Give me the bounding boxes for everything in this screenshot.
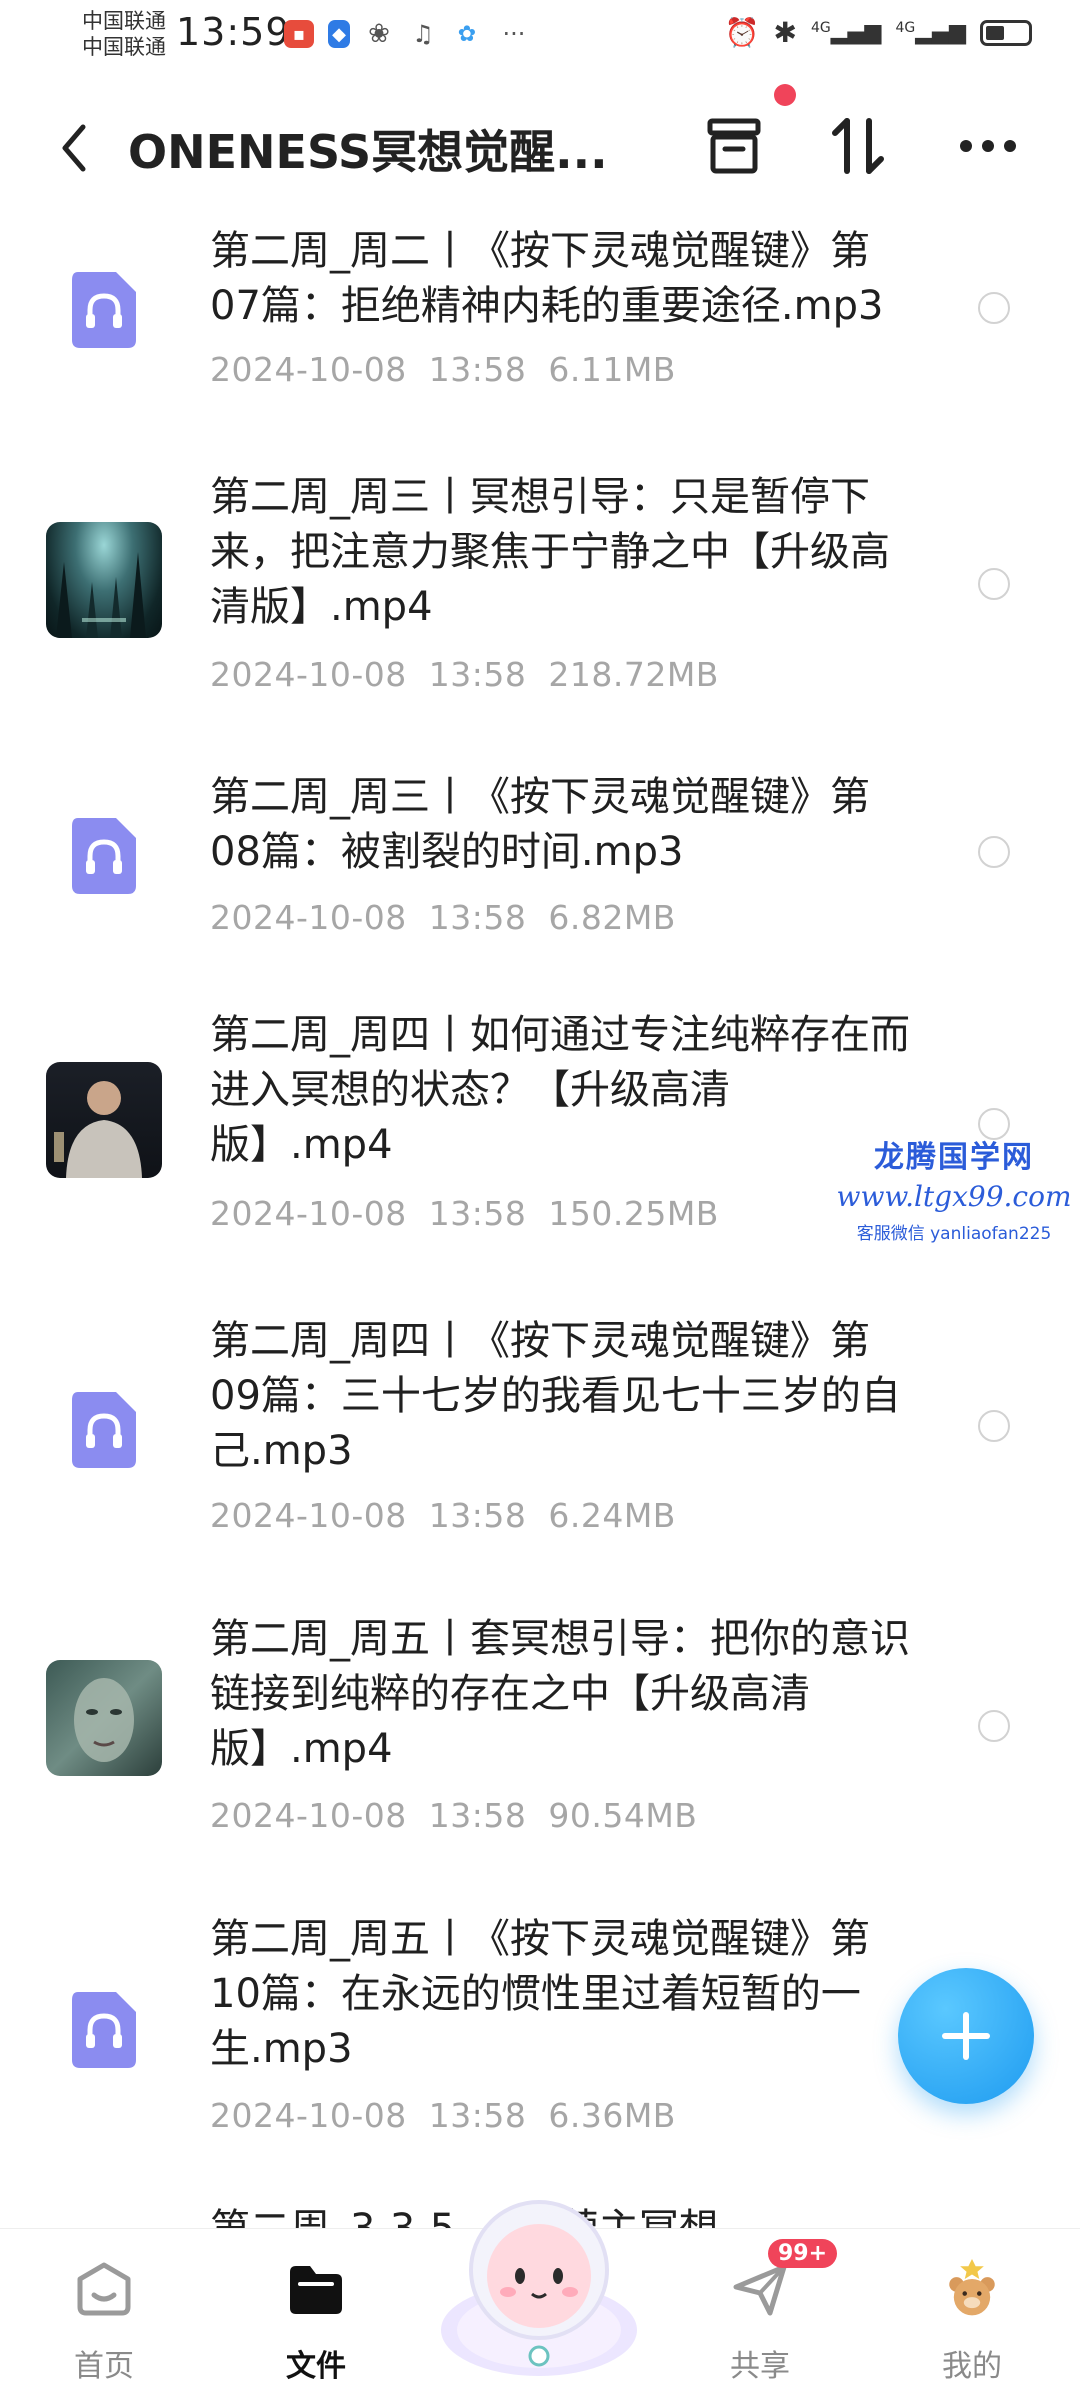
watermark: 龙腾国学网 www.ltgx99.com 客服微信 yanliaofan225: [828, 1132, 1080, 1244]
watermark-contact: 客服微信 yanliaofan225: [856, 1224, 1052, 1244]
video-thumbnail: [46, 1062, 162, 1178]
file-name: 第二周_周三丨冥想引导：只是暂停下来，把注意力聚焦于宁静之中【升级高清版】.mp…: [210, 474, 890, 630]
video-thumbnail: [46, 1660, 162, 1776]
carrier-2: 中国联通: [82, 35, 166, 59]
page-title: ONENESS冥想觉醒...: [128, 125, 608, 179]
face-image: [74, 1678, 134, 1762]
file-row[interactable]: 第二周_周三丨冥想引导：只是暂停下来，把注意力聚焦于宁静之中【升级高清版】.mp…: [0, 460, 1080, 760]
share-badge: 99+: [768, 2239, 838, 2268]
tiktok-icon: ♫: [412, 20, 434, 48]
file-meta: 2024-10-08 13:58 218.72MB: [210, 655, 719, 694]
carrier-1: 中国联通: [82, 9, 166, 33]
file-row[interactable]: 第二周_周五丨套冥想引导：把你的意识链接到纯粹的存在之中【升级高清版】.mp4 …: [0, 1600, 1080, 1900]
tab-home[interactable]: 首页: [24, 2229, 184, 2401]
alarm-icon: ⏰: [724, 16, 760, 49]
watermark-url: www.ltgx99.com: [836, 1180, 1072, 1213]
file-name: 第二周_周四丨如何通过专注纯粹存在而进入冥想的状态？【升级高清版】.mp4: [210, 1012, 910, 1168]
tab-share-label: 共享: [730, 2349, 790, 2384]
select-radio[interactable]: [978, 568, 1010, 600]
select-radio[interactable]: [978, 292, 1010, 324]
mascot-button[interactable]: [428, 2180, 650, 2380]
signal-2-icon: 4G▂▄▆: [895, 20, 966, 45]
file-meta: 2024-10-08 13:58 90.54MB: [210, 1796, 698, 1835]
file-row[interactable]: 第二周_周四丨《按下灵魂觉醒键》第09篇：三十七岁的我看见七十三岁的自己.mp3…: [0, 1300, 1080, 1600]
archive-icon: [707, 118, 761, 174]
file-meta: 2024-10-08 13:58 6.11MB: [210, 350, 676, 389]
plus-icon: [942, 2012, 990, 2060]
huawei-app-icon: ▪: [284, 20, 314, 48]
audio-file-icon: [72, 1992, 136, 2068]
status-bar: 中国联通 中国联通 13:59 ▪ ◆ ❀ ♫ ✿ ··· ⏰ ✱ 4G▂▄▆ …: [0, 0, 1080, 72]
speaker-person-image: [54, 1081, 142, 1178]
tab-share[interactable]: 99+ 共享: [680, 2229, 840, 2401]
select-radio[interactable]: [978, 1710, 1010, 1742]
bear-avatar-icon: [942, 2259, 1002, 2319]
file-row[interactable]: 第二周_周二丨《按下灵魂觉醒键》第07篇：拒绝精神内耗的重要途径.mp3 202…: [0, 210, 1080, 460]
select-radio[interactable]: [978, 1410, 1010, 1442]
file-name: 第二周_周五丨套冥想引导：把你的意识链接到纯粹的存在之中【升级高清版】.mp4: [210, 1616, 910, 1772]
archive-button[interactable]: [694, 106, 774, 186]
shield-icon: ◆: [328, 20, 350, 48]
chevron-left-icon: [62, 124, 86, 172]
battery-icon: [980, 19, 1032, 46]
audio-file-icon: [72, 272, 136, 348]
more-notifications-icon: ···: [502, 20, 526, 48]
header-bar: ONENESS冥想觉醒...: [0, 84, 1080, 200]
notification-icons: ▪ ◆ ❀ ♫ ✿ ···: [284, 19, 532, 49]
watermark-name: 龙腾国学网: [874, 1140, 1034, 1175]
home-icon: [74, 2259, 134, 2319]
tab-files[interactable]: 文件: [236, 2229, 396, 2401]
file-name: 第二周_周五丨《按下灵魂觉醒键》第10篇：在永远的惯性里过着短暂的一生.mp3: [210, 1916, 870, 2072]
video-thumbnail: [46, 522, 162, 638]
file-meta: 2024-10-08 13:58 150.25MB: [210, 1194, 719, 1233]
tab-mine[interactable]: 我的: [892, 2229, 1052, 2401]
tab-home-label: 首页: [74, 2349, 134, 2384]
select-radio[interactable]: [978, 836, 1010, 868]
astronaut-mascot-icon: [441, 2200, 637, 2376]
audio-file-icon: [72, 818, 136, 894]
status-time: 13:59: [176, 10, 291, 54]
forest-image: [56, 552, 146, 638]
add-button[interactable]: [898, 1968, 1034, 2104]
wechat-icon: ❀: [368, 19, 390, 49]
file-name: 第二周_周四丨《按下灵魂觉醒键》第09篇：三十七岁的我看见七十三岁的自己.mp3: [210, 1318, 901, 1474]
signal-1-icon: 4G▂▄▆: [810, 20, 882, 45]
file-meta: 2024-10-08 13:58 6.82MB: [210, 898, 676, 937]
file-meta: 2024-10-08 13:58 6.24MB: [210, 1496, 676, 1535]
file-row[interactable]: 第二周_周三丨《按下灵魂觉醒键》第08篇：被割裂的时间.mp3 2024-10-…: [0, 760, 1080, 1000]
sort-button[interactable]: [818, 106, 898, 186]
file-name: 第二周_周二丨《按下灵魂觉醒键》第07篇：拒绝精神内耗的重要途径.mp3: [210, 228, 884, 329]
file-meta: 2024-10-08 13:58 6.36MB: [210, 2096, 676, 2135]
more-options-button[interactable]: [948, 106, 1028, 186]
send-icon: [730, 2259, 790, 2319]
carrier-labels: 中国联通 中国联通: [82, 8, 166, 60]
tab-files-label: 文件: [286, 2349, 346, 2384]
sort-arrows-icon: [832, 118, 884, 174]
cloud-app-icon: ✿: [457, 21, 477, 47]
tab-mine-label: 我的: [942, 2349, 1002, 2384]
more-dots-icon: [960, 140, 1016, 152]
audio-file-icon: [72, 1392, 136, 1468]
bluetooth-icon: ✱: [773, 16, 797, 49]
file-name: 第二周_周三丨《按下灵魂觉醒键》第08篇：被割裂的时间.mp3: [210, 774, 870, 875]
system-icons: ⏰ ✱ 4G▂▄▆ 4G▂▄▆: [725, 16, 1032, 49]
back-button[interactable]: [48, 118, 100, 178]
notification-dot: [774, 84, 796, 106]
folder-icon: [286, 2259, 346, 2319]
